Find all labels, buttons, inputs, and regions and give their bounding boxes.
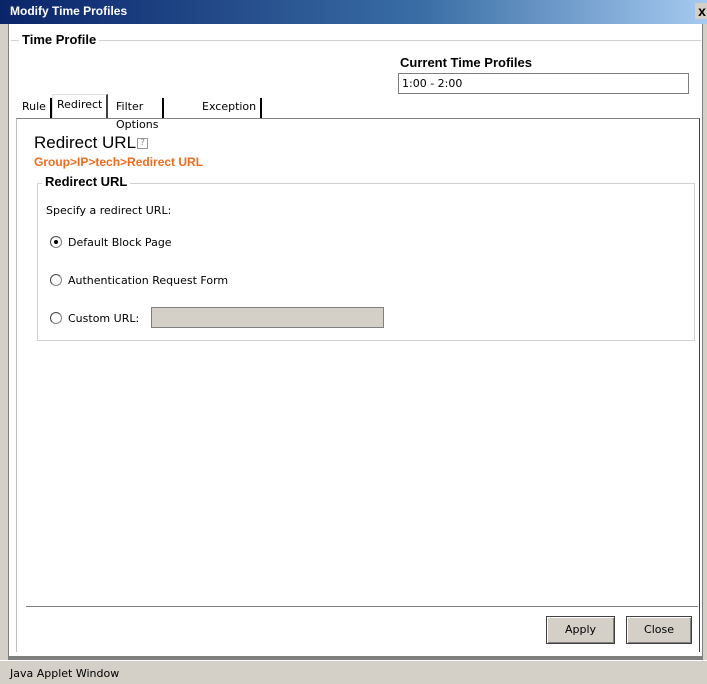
tab-rule[interactable]: Rule (18, 98, 52, 118)
time-profile-legend: Time Profile (19, 32, 100, 47)
radio-button[interactable] (50, 236, 62, 248)
radio-label: Default Block Page (68, 235, 172, 249)
close-button[interactable]: Close (626, 616, 692, 644)
window-title: Modify Time Profiles (10, 4, 128, 18)
radio-authentication-request-form[interactable]: Authentication Request Form (50, 272, 228, 288)
radio-button[interactable] (50, 274, 62, 286)
status-bar: Java Applet Window (0, 660, 707, 684)
custom-url-input[interactable] (151, 307, 384, 328)
tab-filter-options[interactable]: Filter Options (112, 98, 165, 131)
radio-button[interactable] (50, 312, 62, 324)
tab-exception[interactable]: Exception (198, 98, 263, 118)
help-icon[interactable]: ? (137, 138, 148, 149)
page-title: Redirect URL (34, 133, 137, 152)
radio-label: Authentication Request Form (68, 273, 229, 287)
tab-redirect[interactable]: Redirect (52, 94, 109, 119)
radio-default-block-page[interactable]: Default Block Page (50, 234, 172, 250)
footer-divider (26, 606, 698, 607)
specify-redirect-label: Specify a redirect URL: (46, 204, 172, 217)
window-right-border (702, 24, 707, 660)
redirect-url-legend: Redirect URL (42, 174, 131, 189)
current-time-profiles-field[interactable]: 1:00 - 2:00 (398, 73, 689, 94)
apply-button[interactable]: Apply (546, 616, 615, 644)
radio-label: Custom URL: (68, 311, 140, 325)
current-time-profiles-label: Current Time Profiles (400, 55, 532, 70)
breadcrumb: Group>IP>tech>Redirect URL (34, 155, 204, 169)
status-text: Java Applet Window (10, 667, 120, 680)
window-titlebar: Modify Time Profiles x (0, 0, 707, 24)
close-icon[interactable]: x (695, 3, 707, 19)
radio-custom-url[interactable]: Custom URL: (50, 310, 139, 326)
window-left-border (0, 24, 9, 660)
